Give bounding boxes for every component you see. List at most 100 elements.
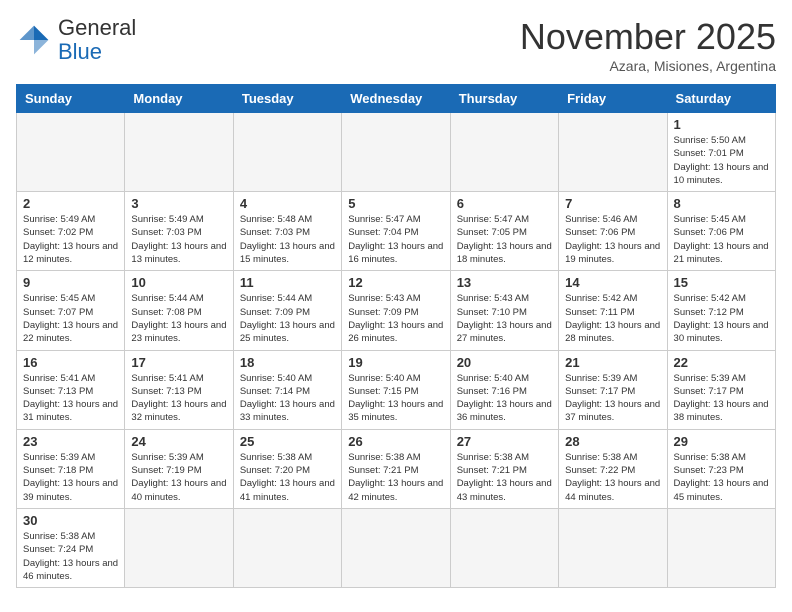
calendar-cell [559, 508, 667, 587]
day-number: 3 [131, 196, 226, 211]
calendar-cell: 25 Sunrise: 5:38 AM Sunset: 7:20 PM Dayli… [233, 429, 341, 508]
calendar-cell: 27Sunrise: 5:38 AM Sunset: 7:21 PM Dayli… [450, 429, 558, 508]
day-header-friday: Friday [559, 85, 667, 113]
day-header-saturday: Saturday [667, 85, 775, 113]
calendar-cell: 14 Sunrise: 5:42 AM Sunset: 7:11 PM Dayli… [559, 271, 667, 350]
day-info: Sunrise: 5:46 AM Sunset: 7:06 PM Dayligh… [565, 213, 660, 266]
calendar-cell: 22 Sunrise: 5:39 AM Sunset: 7:17 PM Dayli… [667, 350, 775, 429]
calendar-table: SundayMondayTuesdayWednesdayThursdayFrid… [16, 84, 776, 588]
calendar-cell [559, 113, 667, 192]
calendar-cell: 2 Sunrise: 5:49 AM Sunset: 7:02 PM Daylig… [17, 192, 125, 271]
calendar-cell: 8Sunrise: 5:45 AM Sunset: 7:06 PM Daylig… [667, 192, 775, 271]
title-block: November 2025 Azara, Misiones, Argentina [520, 16, 776, 74]
day-info: Sunrise: 5:38 AM Sunset: 7:21 PM Dayligh… [348, 451, 443, 504]
day-number: 17 [131, 355, 226, 370]
calendar-cell [233, 113, 341, 192]
day-info: Sunrise: 5:45 AM Sunset: 7:07 PM Dayligh… [23, 292, 118, 345]
day-info: Sunrise: 5:43 AM Sunset: 7:10 PM Dayligh… [457, 292, 552, 345]
day-info: Sunrise: 5:49 AM Sunset: 7:02 PM Dayligh… [23, 213, 118, 266]
calendar-cell: 9 Sunrise: 5:45 AM Sunset: 7:07 PM Daylig… [17, 271, 125, 350]
month-title: November 2025 [520, 16, 776, 58]
day-header-sunday: Sunday [17, 85, 125, 113]
day-info: Sunrise: 5:47 AM Sunset: 7:05 PM Dayligh… [457, 213, 552, 266]
day-info: Sunrise: 5:40 AM Sunset: 7:16 PM Dayligh… [457, 372, 552, 425]
day-number: 14 [565, 275, 660, 290]
day-info: Sunrise: 5:41 AM Sunset: 7:13 PM Dayligh… [131, 372, 226, 425]
logo-icon [16, 22, 52, 58]
day-info: Sunrise: 5:39 AM Sunset: 7:19 PM Dayligh… [131, 451, 226, 504]
calendar-cell: 28Sunrise: 5:38 AM Sunset: 7:22 PM Dayli… [559, 429, 667, 508]
day-number: 13 [457, 275, 552, 290]
day-info: Sunrise: 5:39 AM Sunset: 7:17 PM Dayligh… [674, 372, 769, 425]
calendar-cell: 11 Sunrise: 5:44 AM Sunset: 7:09 PM Dayli… [233, 271, 341, 350]
calendar-cell [342, 508, 450, 587]
day-number: 20 [457, 355, 552, 370]
calendar-cell: 26 Sunrise: 5:38 AM Sunset: 7:21 PM Dayli… [342, 429, 450, 508]
day-info: Sunrise: 5:42 AM Sunset: 7:11 PM Dayligh… [565, 292, 660, 345]
day-number: 9 [23, 275, 118, 290]
day-header-tuesday: Tuesday [233, 85, 341, 113]
calendar-cell: 20 Sunrise: 5:40 AM Sunset: 7:16 PM Dayli… [450, 350, 558, 429]
day-info: Sunrise: 5:47 AM Sunset: 7:04 PM Dayligh… [348, 213, 443, 266]
calendar-cell: 15 Sunrise: 5:42 AM Sunset: 7:12 PM Dayli… [667, 271, 775, 350]
day-number: 10 [131, 275, 226, 290]
day-number: 2 [23, 196, 118, 211]
calendar-cell: 13 Sunrise: 5:43 AM Sunset: 7:10 PM Dayli… [450, 271, 558, 350]
calendar-cell [17, 113, 125, 192]
calendar-cell: 1Sunrise: 5:50 AM Sunset: 7:01 PM Daylig… [667, 113, 775, 192]
day-number: 26 [348, 434, 443, 449]
day-info: Sunrise: 5:45 AM Sunset: 7:06 PM Dayligh… [674, 213, 769, 266]
calendar-cell [450, 113, 558, 192]
calendar-cell [233, 508, 341, 587]
calendar-cell [125, 508, 233, 587]
day-info: Sunrise: 5:41 AM Sunset: 7:13 PM Dayligh… [23, 372, 118, 425]
calendar-cell: 5 Sunrise: 5:47 AM Sunset: 7:04 PM Daylig… [342, 192, 450, 271]
day-info: Sunrise: 5:44 AM Sunset: 7:09 PM Dayligh… [240, 292, 335, 345]
calendar-cell: 4 Sunrise: 5:48 AM Sunset: 7:03 PM Daylig… [233, 192, 341, 271]
day-info: Sunrise: 5:48 AM Sunset: 7:03 PM Dayligh… [240, 213, 335, 266]
day-info: Sunrise: 5:39 AM Sunset: 7:18 PM Dayligh… [23, 451, 118, 504]
day-info: Sunrise: 5:49 AM Sunset: 7:03 PM Dayligh… [131, 213, 226, 266]
day-info: Sunrise: 5:42 AM Sunset: 7:12 PM Dayligh… [674, 292, 769, 345]
day-number: 24 [131, 434, 226, 449]
day-number: 23 [23, 434, 118, 449]
week-row-3: 9 Sunrise: 5:45 AM Sunset: 7:07 PM Daylig… [17, 271, 776, 350]
calendar-cell: 3 Sunrise: 5:49 AM Sunset: 7:03 PM Daylig… [125, 192, 233, 271]
calendar-cell: 10 Sunrise: 5:44 AM Sunset: 7:08 PM Dayli… [125, 271, 233, 350]
day-number: 1 [674, 117, 769, 132]
day-number: 11 [240, 275, 335, 290]
day-number: 15 [674, 275, 769, 290]
day-number: 5 [348, 196, 443, 211]
day-info: Sunrise: 5:43 AM Sunset: 7:09 PM Dayligh… [348, 292, 443, 345]
day-number: 22 [674, 355, 769, 370]
day-number: 21 [565, 355, 660, 370]
calendar-header-row: SundayMondayTuesdayWednesdayThursdayFrid… [17, 85, 776, 113]
day-info: Sunrise: 5:44 AM Sunset: 7:08 PM Dayligh… [131, 292, 226, 345]
day-number: 6 [457, 196, 552, 211]
day-info: Sunrise: 5:38 AM Sunset: 7:20 PM Dayligh… [240, 451, 335, 504]
calendar-cell: 29 Sunrise: 5:38 AM Sunset: 7:23 PM Dayli… [667, 429, 775, 508]
day-info: Sunrise: 5:38 AM Sunset: 7:23 PM Dayligh… [674, 451, 769, 504]
calendar-cell [450, 508, 558, 587]
calendar-cell: 6 Sunrise: 5:47 AM Sunset: 7:05 PM Daylig… [450, 192, 558, 271]
week-row-4: 16Sunrise: 5:41 AM Sunset: 7:13 PM Dayli… [17, 350, 776, 429]
week-row-5: 23 Sunrise: 5:39 AM Sunset: 7:18 PM Dayli… [17, 429, 776, 508]
day-info: Sunrise: 5:38 AM Sunset: 7:24 PM Dayligh… [23, 530, 118, 583]
day-number: 7 [565, 196, 660, 211]
week-row-1: 1Sunrise: 5:50 AM Sunset: 7:01 PM Daylig… [17, 113, 776, 192]
day-info: Sunrise: 5:40 AM Sunset: 7:14 PM Dayligh… [240, 372, 335, 425]
day-number: 25 [240, 434, 335, 449]
calendar-cell: 16Sunrise: 5:41 AM Sunset: 7:13 PM Dayli… [17, 350, 125, 429]
calendar-cell: 7 Sunrise: 5:46 AM Sunset: 7:06 PM Daylig… [559, 192, 667, 271]
logo-text: GeneralBlue [58, 16, 136, 64]
calendar-cell: 12 Sunrise: 5:43 AM Sunset: 7:09 PM Dayli… [342, 271, 450, 350]
day-info: Sunrise: 5:40 AM Sunset: 7:15 PM Dayligh… [348, 372, 443, 425]
day-number: 28 [565, 434, 660, 449]
day-number: 12 [348, 275, 443, 290]
day-number: 29 [674, 434, 769, 449]
day-number: 30 [23, 513, 118, 528]
day-info: Sunrise: 5:39 AM Sunset: 7:17 PM Dayligh… [565, 372, 660, 425]
day-number: 4 [240, 196, 335, 211]
location-subtitle: Azara, Misiones, Argentina [520, 58, 776, 74]
calendar-cell [342, 113, 450, 192]
